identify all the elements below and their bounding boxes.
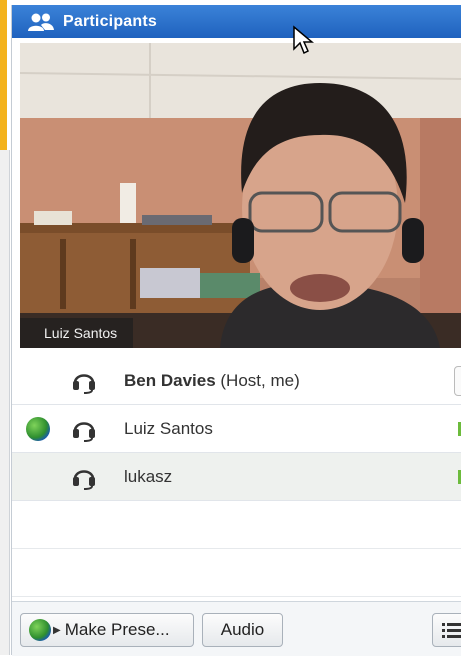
- video-feed: Luiz Santos: [20, 43, 461, 348]
- window-edge: [0, 150, 10, 655]
- participants-icon: [28, 13, 54, 31]
- list-button[interactable]: [432, 613, 461, 647]
- arrow-right-icon: ▶: [53, 624, 61, 636]
- participants-toolbar: ▶ Make Prese... Audio: [12, 601, 461, 656]
- empty-row: [12, 549, 461, 597]
- video-name-label: Luiz Santos: [20, 318, 134, 348]
- participant-name: Ben Davies (Host, me): [124, 370, 300, 390]
- make-presenter-button[interactable]: ▶ Make Prese...: [20, 613, 194, 647]
- presenter-globe-icon: [26, 416, 50, 441]
- participant-row[interactable]: Ben Davies (Host, me): [12, 357, 461, 405]
- panel-title: Participants: [63, 12, 157, 30]
- row-action-box[interactable]: [454, 365, 461, 396]
- empty-row: [12, 501, 461, 549]
- participant-list: Ben Davies (Host, me) Luiz Santos lukasz: [12, 357, 461, 597]
- audio-label: Audio: [220, 620, 265, 639]
- headset-icon: [73, 421, 95, 442]
- window-accent-strip: [0, 0, 7, 150]
- audio-button[interactable]: Audio: [202, 613, 283, 647]
- headset-icon: [73, 373, 95, 394]
- list-icon: [442, 623, 461, 638]
- participant-row[interactable]: Luiz Santos: [12, 405, 461, 453]
- participants-panel: Participants Luiz Santos Ben Davies (Hos…: [11, 5, 461, 656]
- participant-name: Luiz Santos: [124, 418, 213, 438]
- panel-title-bar[interactable]: Participants: [12, 5, 461, 38]
- mouse-cursor-icon: [293, 25, 314, 55]
- headset-icon: [73, 469, 95, 490]
- make-presenter-label: Make Prese...: [64, 620, 170, 639]
- presenter-globe-icon: [29, 619, 51, 641]
- participant-name: lukasz: [124, 466, 173, 486]
- video-image: [20, 43, 461, 348]
- participant-row[interactable]: lukasz: [12, 453, 461, 501]
